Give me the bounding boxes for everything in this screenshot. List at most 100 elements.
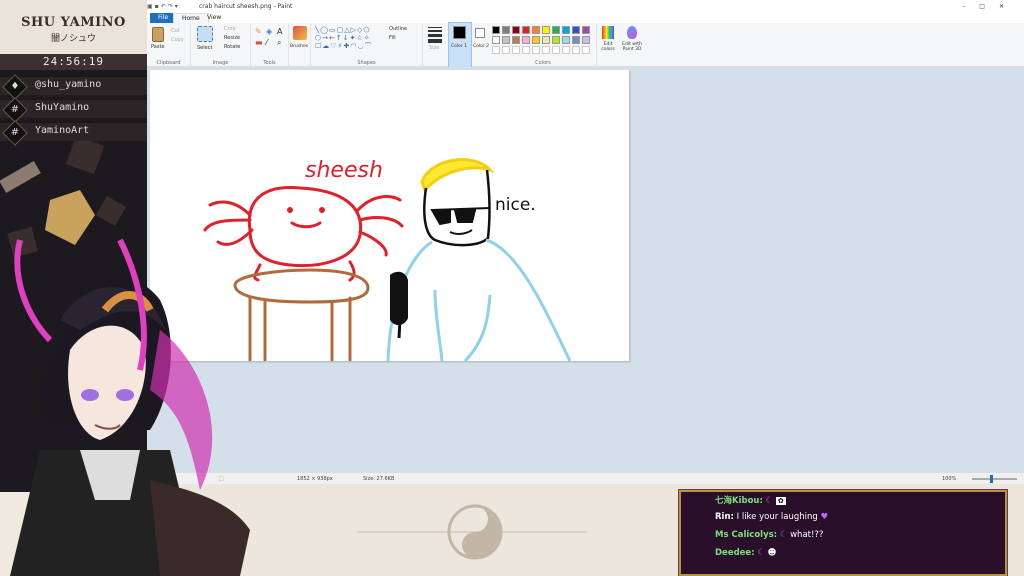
chat-username: 七海Kibou: (715, 496, 763, 506)
color-swatch[interactable] (572, 36, 580, 44)
group-tools: ✎ ◈ A ▬ ⁄ ⌕ Tools (251, 23, 289, 67)
custom-color-swatch[interactable] (512, 46, 520, 54)
color-swatch[interactable] (552, 26, 560, 34)
custom-color-swatch[interactable] (562, 46, 570, 54)
custom-color-swatch[interactable] (582, 46, 590, 54)
paint3d-button[interactable]: Edit with Paint 3D (619, 23, 645, 67)
custom-color-swatch[interactable] (492, 46, 500, 54)
zoom-slider[interactable] (972, 475, 1017, 483)
color-swatch[interactable] (562, 36, 570, 44)
social-text: @shu_yamino (35, 79, 102, 90)
stream-clock: 24:56:19 (0, 54, 147, 70)
rainbow-icon (602, 26, 614, 39)
resize-button[interactable]: Resize (224, 35, 240, 41)
group-image: Select Crop Resize Rotate Image (191, 23, 251, 67)
zoom-slider-thumb[interactable] (990, 475, 993, 483)
chat-message: 七海Kibou: ☾ ✿ (715, 494, 786, 506)
group-brushes: Brushes (289, 23, 311, 67)
group-clipboard: Paste Cut Copy Clipboard (147, 23, 191, 67)
vtuber-avatar (10, 238, 250, 576)
chat-message: Rin: I like your laughing ♥ (715, 512, 828, 522)
rotate-button[interactable]: Rotate (224, 44, 240, 50)
custom-color-swatch[interactable] (552, 46, 560, 54)
brush-icon[interactable] (293, 26, 307, 40)
color-swatch[interactable] (562, 26, 570, 34)
color-swatch[interactable] (582, 26, 590, 34)
group-label: Tools (263, 60, 276, 66)
color-swatch[interactable] (492, 36, 500, 44)
paint3d-icon (627, 26, 637, 39)
custom-color-swatch[interactable] (542, 46, 550, 54)
social-hashtag-1: # ShuYamino (0, 97, 147, 123)
status-bar: + ⬚ 1852 × 938px Size: 27.6KB 100% (147, 472, 1024, 484)
copy-button[interactable]: Copy (171, 37, 184, 43)
social-text: ShuYamino (35, 102, 90, 113)
color-swatch[interactable] (512, 36, 520, 44)
paste-icon[interactable] (152, 27, 164, 42)
outline-dropdown[interactable]: Outline (389, 26, 407, 32)
ribbon: Paste Cut Copy Clipboard Select Crop Res… (147, 22, 1024, 68)
emote-icon: ☻ (767, 548, 777, 558)
nice-text: nice. (495, 195, 536, 215)
tab-view[interactable]: View (199, 13, 229, 23)
cut-button[interactable]: Cut (171, 28, 180, 34)
sheesh-text: sheesh (305, 158, 383, 183)
paste-button[interactable]: Paste (151, 44, 165, 50)
group-colors: Colors (490, 23, 597, 67)
color1-label: Color 1 (451, 44, 468, 49)
color-swatch[interactable] (502, 26, 510, 34)
person-drawing: nice. (386, 158, 572, 361)
moon-badge-icon: ☾ (779, 530, 788, 540)
window-controls[interactable]: –□✕ (962, 0, 1018, 13)
crop-button[interactable]: Crop (224, 26, 236, 32)
shapes-gallery[interactable]: ╲◯▭▢△▷◇⬠ ⬡→←↑↓✦☆✧ ☐☁♡⚡✚◠◡⌒ (315, 26, 385, 52)
eraser-icon[interactable]: ▬ (255, 38, 263, 47)
custom-color-swatch[interactable] (572, 46, 580, 54)
color-swatch[interactable] (552, 36, 560, 44)
color-swatch[interactable] (532, 36, 540, 44)
social-hashtag-2: # YaminoArt (0, 120, 147, 146)
color-swatch[interactable] (522, 26, 530, 34)
paint3d-label: Edit with Paint 3D (622, 42, 642, 52)
text-icon[interactable]: A (277, 27, 282, 36)
color-swatch[interactable] (502, 36, 510, 44)
social-twitter: ♦ @shu_yamino (0, 74, 147, 100)
size-lines-icon[interactable] (428, 27, 442, 43)
color-swatch[interactable] (532, 26, 540, 34)
quick-access-toolbar[interactable]: ▣▪↶↷▾ (147, 0, 180, 13)
edit-colors-button[interactable]: Edit colors (597, 23, 619, 67)
fill-dropdown[interactable]: Fill (389, 35, 396, 41)
pencil-icon[interactable]: ✎ (255, 27, 262, 36)
magnifier-icon[interactable]: ⌕ (277, 38, 281, 48)
custom-color-swatch[interactable] (532, 46, 540, 54)
window-title: crab haircut sheesh.png - Paint (199, 3, 293, 10)
brushes-button[interactable]: Brushes (290, 44, 308, 49)
custom-color-swatch[interactable] (522, 46, 530, 54)
chat-username: Deedee: (715, 548, 755, 558)
custom-color-swatch[interactable] (502, 46, 510, 54)
color-swatch[interactable] (572, 26, 580, 34)
color-swatch[interactable] (582, 36, 590, 44)
fill-icon[interactable]: ◈ (266, 27, 272, 36)
emote-icon: ✿ (775, 497, 786, 505)
chat-username: Ms Calicolys: (715, 530, 778, 540)
color-swatch[interactable] (542, 26, 550, 34)
color-swatch[interactable] (492, 26, 500, 34)
color2-button[interactable]: Color 2 (472, 23, 490, 67)
group-shapes: ╲◯▭▢△▷◇⬠ ⬡→←↑↓✦☆✧ ☐☁♡⚡✚◠◡⌒ Outline Fill Sh… (311, 23, 423, 67)
size-button[interactable]: Size (429, 45, 439, 51)
ribbon-tabs: File Home View (147, 13, 1024, 23)
color-swatch[interactable] (542, 36, 550, 44)
chat-text: I like your laughing (736, 512, 818, 522)
color1-button[interactable]: Color 1 (448, 22, 472, 68)
color-swatch[interactable] (522, 36, 530, 44)
color-swatch[interactable] (512, 26, 520, 34)
chat-text: what!?? (790, 530, 824, 540)
chat-box: 七海Kibou: ☾ ✿ Rin: I like your laughing ♥… (678, 489, 1008, 576)
select-icon[interactable] (197, 26, 213, 42)
color-picker-icon[interactable]: ⁄ (266, 38, 267, 47)
group-label: Image (212, 60, 229, 66)
select-button[interactable]: Select (197, 45, 212, 51)
moon-badge-icon: ☾ (765, 496, 774, 506)
group-label: Shapes (357, 60, 376, 66)
